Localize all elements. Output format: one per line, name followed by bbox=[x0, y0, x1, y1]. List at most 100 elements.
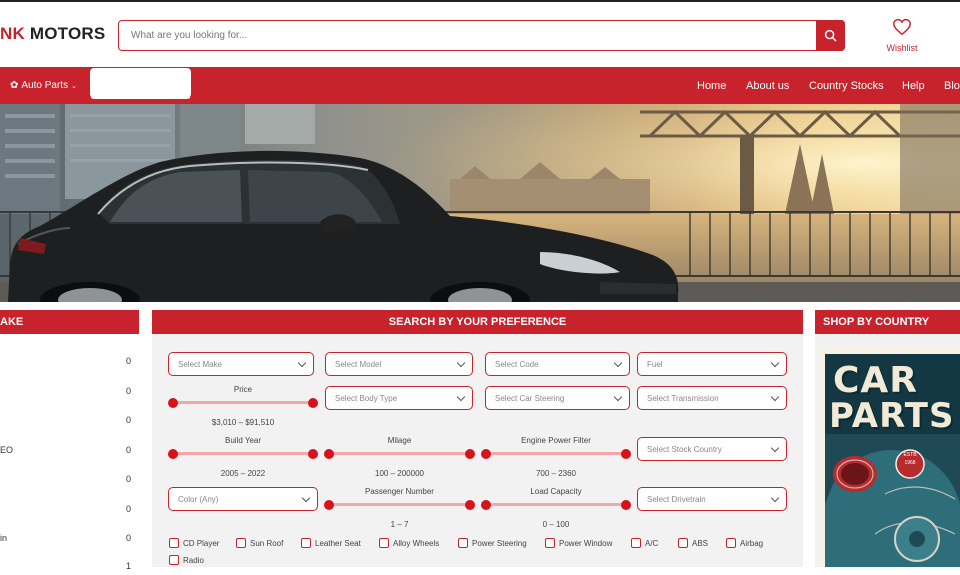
checkbox[interactable] bbox=[631, 538, 641, 548]
build-year-value: 2005 – 2022 bbox=[220, 469, 266, 478]
feature-checkbox-power-steering[interactable]: Power Steering bbox=[458, 538, 527, 548]
feature-label: Power Window bbox=[559, 538, 613, 548]
fuel-select[interactable]: Fuel bbox=[637, 352, 787, 376]
mileage-max-handle[interactable] bbox=[465, 449, 475, 459]
mileage-track bbox=[329, 452, 470, 455]
transmission-select-value: Select Transmission bbox=[647, 393, 719, 403]
build-year-max-handle[interactable] bbox=[308, 449, 318, 459]
make-panel-header: AKE bbox=[0, 310, 139, 334]
transmission-select[interactable]: Select Transmission bbox=[637, 386, 787, 410]
checkbox[interactable] bbox=[379, 538, 389, 548]
checkbox[interactable] bbox=[301, 538, 311, 548]
car-parts-promo[interactable]: CAR PARTS ESTB 1968 bbox=[815, 334, 960, 567]
list-item[interactable]: 1 bbox=[0, 561, 140, 575]
feature-label: Leather Seat bbox=[315, 538, 361, 548]
checkbox[interactable] bbox=[236, 538, 246, 548]
search-panel-header: SEARCH BY YOUR PREFERENCE bbox=[152, 310, 803, 334]
build-year-label: Build Year bbox=[224, 436, 262, 445]
mileage-min-handle[interactable] bbox=[324, 449, 334, 459]
nav-about[interactable]: About us bbox=[746, 67, 789, 104]
wishlist-link[interactable]: Wishlist bbox=[876, 18, 928, 53]
drivetrain-select[interactable]: Select Drivetrain bbox=[637, 487, 787, 511]
drivetrain-select-value: Select Drivetrain bbox=[647, 494, 706, 504]
price-max-handle[interactable] bbox=[308, 398, 318, 408]
chevron-down-icon bbox=[770, 358, 780, 368]
nav-auto-parts[interactable]: ✿ Auto Parts ⌄ bbox=[10, 67, 77, 104]
list-item[interactable]: in 0 bbox=[0, 533, 140, 547]
checkbox[interactable] bbox=[169, 538, 179, 548]
load-capacity-max-handle[interactable] bbox=[621, 500, 631, 510]
engine-power-range[interactable]: Engine Power Filter 700 – 2360 bbox=[481, 435, 631, 481]
make-panel-title: AKE bbox=[0, 316, 24, 328]
nav-heavy-machines-label: Heavy Machines bbox=[113, 77, 187, 89]
feature-label: CD Player bbox=[183, 538, 220, 548]
feature-checkbox-alloy-wheels[interactable]: Alloy Wheels bbox=[379, 538, 439, 548]
checkbox[interactable] bbox=[545, 538, 555, 548]
nav-blog[interactable]: Blo bbox=[944, 67, 960, 104]
checkbox[interactable] bbox=[458, 538, 468, 548]
engine-power-min-handle[interactable] bbox=[481, 449, 491, 459]
search-button[interactable] bbox=[816, 20, 845, 51]
list-item[interactable]: 0 bbox=[0, 504, 140, 518]
feature-checkbox-cd-player[interactable]: CD Player bbox=[169, 538, 219, 548]
feature-label: Power Steering bbox=[472, 538, 527, 548]
passenger-min-handle[interactable] bbox=[324, 500, 334, 510]
build-year-min-handle[interactable] bbox=[168, 449, 178, 459]
passenger-max-handle[interactable] bbox=[465, 500, 475, 510]
feature-label: Sun Roof bbox=[250, 538, 284, 548]
feature-checkbox-airbag[interactable]: Airbag bbox=[726, 538, 763, 548]
list-item[interactable]: EO 0 bbox=[0, 445, 140, 459]
feature-label: Airbag bbox=[740, 538, 764, 548]
checkbox[interactable] bbox=[169, 555, 179, 565]
feature-checkbox-sun-roof[interactable]: Sun Roof bbox=[236, 538, 283, 548]
load-capacity-range[interactable]: Load Capacity 0 – 100 bbox=[481, 486, 631, 532]
search-form: Select Make Select Model Select Code Fue… bbox=[152, 334, 803, 567]
site-logo[interactable]: NK MOTORS bbox=[0, 24, 105, 44]
chevron-down-icon bbox=[456, 358, 466, 368]
list-item-count: 0 bbox=[125, 386, 131, 396]
color-select[interactable]: Color (Any) bbox=[168, 487, 318, 511]
build-year-range[interactable]: Build Year 2005 – 2022 bbox=[168, 435, 318, 481]
list-item[interactable]: 0 bbox=[0, 415, 140, 429]
nav-heavy-machines[interactable]: Heavy Machines bbox=[89, 67, 192, 99]
list-item-count: 0 bbox=[125, 474, 131, 484]
passenger-range[interactable]: Passenger Number 1 – 7 bbox=[324, 486, 475, 532]
checkbox[interactable] bbox=[726, 538, 736, 548]
stock-country-select[interactable]: Select Stock Country bbox=[637, 437, 787, 461]
engine-power-value: 700 – 2360 bbox=[535, 469, 577, 478]
nav-country-stocks[interactable]: Country Stocks bbox=[809, 67, 884, 104]
price-range[interactable]: Price $3,010 – $91,510 bbox=[168, 384, 318, 430]
engine-power-max-handle[interactable] bbox=[621, 449, 631, 459]
car-steering-select[interactable]: Select Car Steering bbox=[485, 386, 630, 410]
feature-checkbox-radio[interactable]: Radio bbox=[169, 555, 204, 565]
price-min-handle[interactable] bbox=[168, 398, 178, 408]
nav-auto-parts-label: Auto Parts bbox=[21, 80, 69, 91]
make-list: 0 0 0 EO 0 0 0 in 0 1 bbox=[0, 334, 140, 571]
feature-checkbox-leather-seat[interactable]: Leather Seat bbox=[301, 538, 361, 548]
chevron-down-icon bbox=[770, 493, 780, 503]
list-item[interactable]: 0 bbox=[0, 386, 140, 400]
feature-checkbox-ac[interactable]: A/C bbox=[631, 538, 658, 548]
nav-home[interactable]: Home bbox=[697, 67, 726, 104]
search-input[interactable] bbox=[131, 21, 811, 50]
make-select[interactable]: Select Make bbox=[168, 352, 314, 376]
feature-label: Alloy Wheels bbox=[393, 538, 440, 548]
gear-icon: ✿ bbox=[10, 80, 19, 91]
mileage-range[interactable]: Milage 100 – 200000 bbox=[324, 435, 475, 481]
poster-title-line1: CAR bbox=[833, 360, 919, 401]
nav-help[interactable]: Help bbox=[902, 67, 925, 104]
logo-accent: NK bbox=[0, 24, 25, 43]
load-capacity-min-handle[interactable] bbox=[481, 500, 491, 510]
feature-checkbox-abs[interactable]: ABS bbox=[678, 538, 708, 548]
list-item-count: 0 bbox=[125, 504, 131, 514]
price-range-label: Price bbox=[233, 385, 253, 394]
search-bar bbox=[118, 20, 845, 51]
list-item[interactable]: 0 bbox=[0, 474, 140, 488]
hero-image bbox=[0, 104, 960, 302]
checkbox[interactable] bbox=[678, 538, 688, 548]
model-select[interactable]: Select Model bbox=[325, 352, 473, 376]
feature-checkbox-power-window[interactable]: Power Window bbox=[545, 538, 612, 548]
code-select[interactable]: Select Code bbox=[485, 352, 630, 376]
body-type-select[interactable]: Select Body Type bbox=[325, 386, 473, 410]
list-item[interactable]: 0 bbox=[0, 356, 140, 370]
